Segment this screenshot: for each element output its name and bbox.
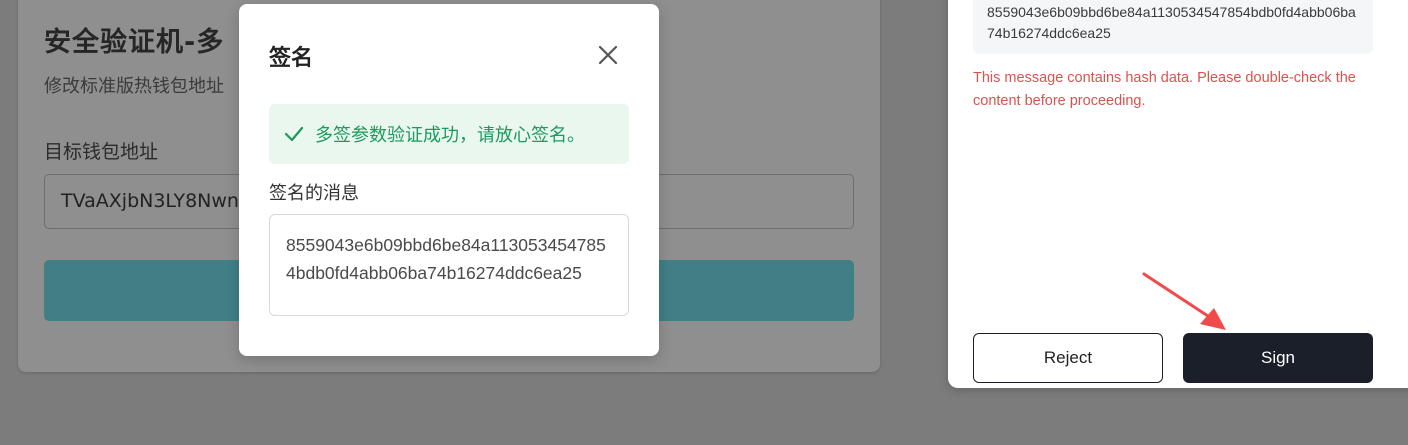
sign-dialog: 签名 多签参数验证成功，请放心签名。 签名的消息 8559043e6b09bbd… xyxy=(239,4,659,356)
check-icon xyxy=(283,123,305,145)
wallet-address-label: 目标钱包地址 xyxy=(44,141,159,163)
wallet-message-hash: 8559043e6b09bbd6be84a1130534547854bdb0fd… xyxy=(973,0,1373,54)
wallet-warning-text: This message contains hash data. Please … xyxy=(973,70,1356,109)
page-subtitle: 修改标准版热钱包地址 xyxy=(44,76,224,97)
sign-button[interactable]: Sign xyxy=(1183,333,1373,383)
reject-button[interactable]: Reject xyxy=(973,333,1163,383)
pointer-arrow-icon xyxy=(1142,272,1226,330)
success-message: 多签参数验证成功，请放心签名。 xyxy=(315,125,585,146)
message-textarea[interactable]: 8559043e6b09bbd6be84a1130534547854bdb0fd… xyxy=(269,214,629,316)
close-icon[interactable] xyxy=(595,42,621,68)
dialog-title: 签名 xyxy=(269,46,314,71)
success-alert: 多签参数验证成功，请放心签名。 xyxy=(269,104,629,164)
message-label: 签名的消息 xyxy=(269,183,359,204)
page-title: 安全验证机-多 xyxy=(44,27,225,58)
